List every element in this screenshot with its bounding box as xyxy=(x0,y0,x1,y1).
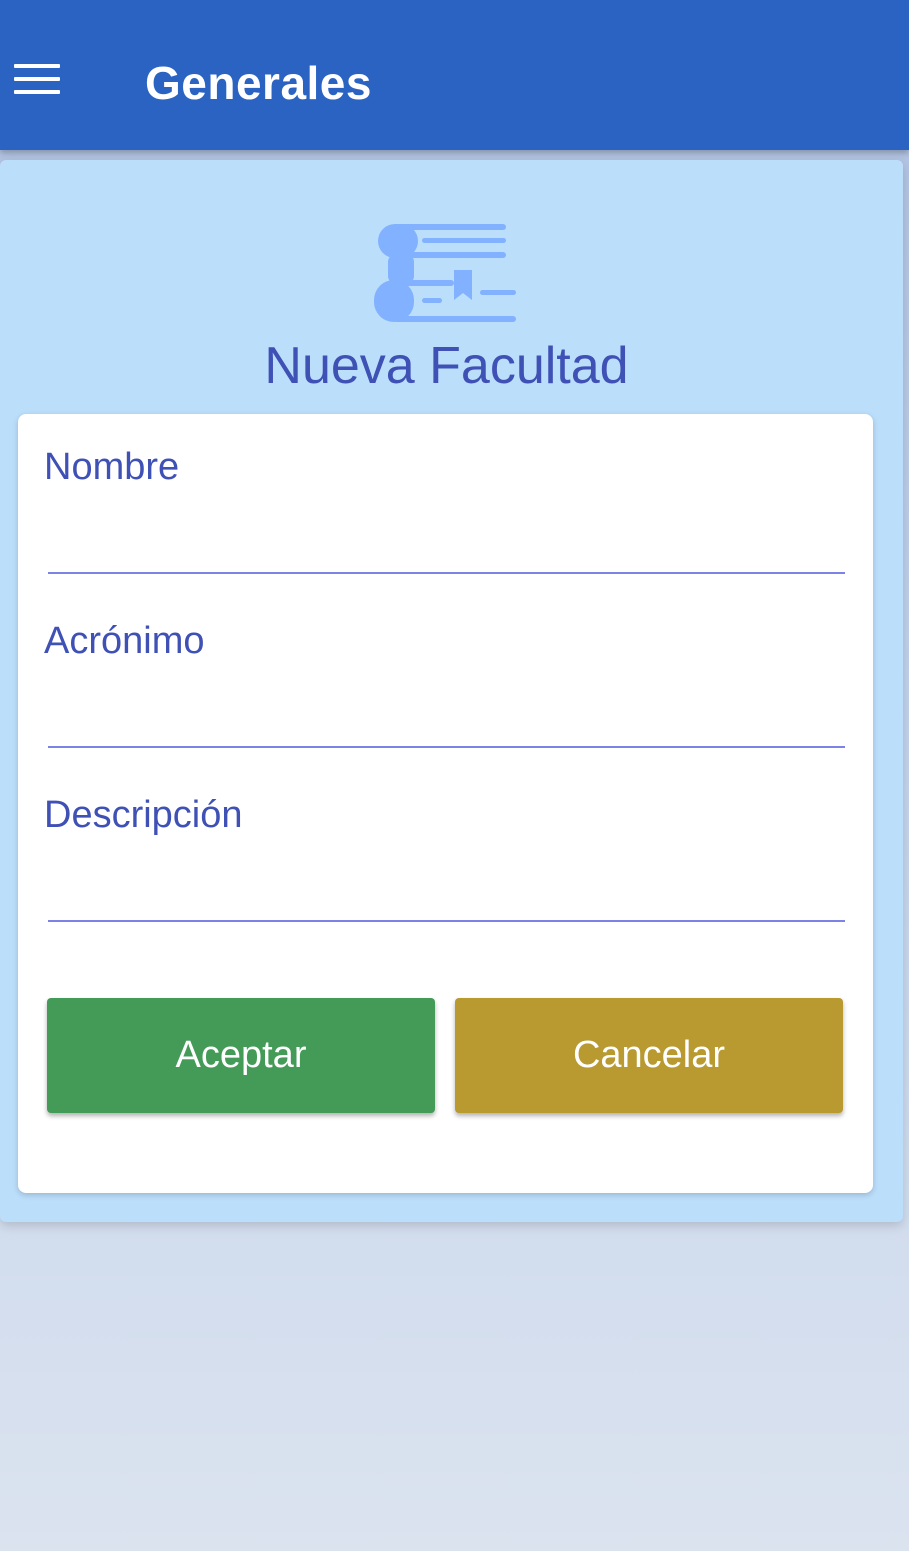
form-panel: Nueva Facultad Nombre Acrónimo Descripci… xyxy=(0,160,903,1222)
form-card: Nombre Acrónimo Descripción Aceptar Canc… xyxy=(18,414,873,1193)
descripcion-input[interactable] xyxy=(48,864,844,912)
app-bar-title: Generales xyxy=(145,57,372,109)
books-icon xyxy=(374,224,516,322)
field-descripcion: Descripción xyxy=(44,794,845,924)
field-label-nombre: Nombre xyxy=(44,446,180,488)
nombre-input[interactable] xyxy=(48,516,844,564)
field-acronimo: Acrónimo xyxy=(44,620,845,750)
app-bar: Generales xyxy=(0,0,909,150)
acronimo-underline xyxy=(48,746,845,748)
field-label-acronimo: Acrónimo xyxy=(44,620,205,662)
field-label-descripcion: Descripción xyxy=(44,794,243,836)
menu-icon[interactable] xyxy=(14,64,60,96)
nombre-underline xyxy=(48,572,845,574)
acronimo-input[interactable] xyxy=(48,690,844,738)
descripcion-underline xyxy=(48,920,845,922)
accept-button[interactable]: Aceptar xyxy=(47,998,435,1113)
form-title: Nueva Facultad xyxy=(264,337,629,395)
field-nombre: Nombre xyxy=(44,446,845,576)
cancel-button[interactable]: Cancelar xyxy=(455,998,843,1113)
